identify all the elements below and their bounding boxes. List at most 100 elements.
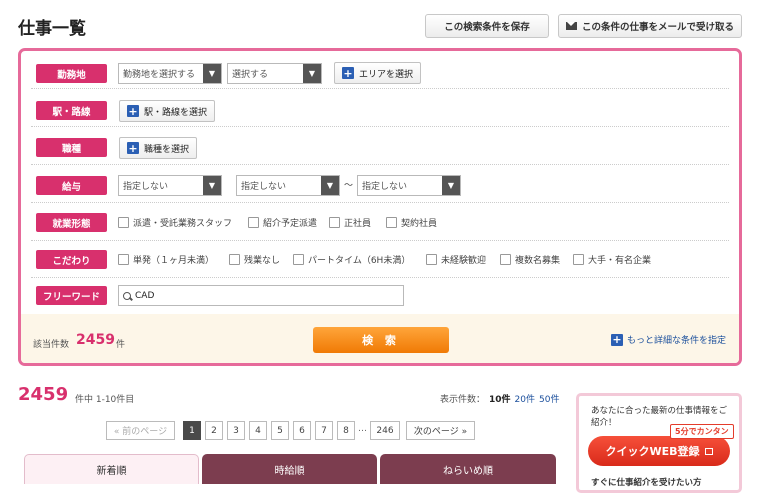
page-button[interactable]: 6 — [293, 421, 311, 440]
search-icon — [123, 291, 133, 301]
preference-option-label: 大手・有名企業 — [588, 256, 652, 266]
employment-option[interactable]: 正社員 — [329, 216, 371, 229]
chevron-down-icon: ▼ — [321, 176, 339, 195]
results-range: 件中 1-10件目 — [75, 395, 135, 405]
quick-register-label: クイックWEB登録 — [605, 445, 700, 458]
select-station-button[interactable]: + 駅・路線を選択 — [119, 100, 216, 122]
station-row: 駅・路線 + 駅・路線を選択 — [31, 95, 729, 127]
tab-hourly-wage[interactable]: 時給順 — [202, 454, 377, 484]
page-button[interactable]: 2 — [205, 421, 223, 440]
page-button[interactable]: 5 — [271, 421, 289, 440]
chevron-down-icon: ▼ — [203, 64, 221, 83]
last-page-button[interactable]: 246 — [370, 421, 400, 440]
plus-icon: + — [342, 66, 354, 80]
checkbox[interactable] — [229, 254, 240, 265]
preference-option[interactable]: パートタイム（6H未満） — [293, 253, 410, 266]
result-count-label: 該当件数 — [33, 340, 70, 350]
mail-icon — [565, 22, 577, 30]
checkbox[interactable] — [118, 254, 129, 265]
register-footer-text: すぐに仕事紹介を受けたい方 — [591, 478, 702, 488]
job-row: 職種 + 職種を選択 — [31, 131, 729, 165]
select-job-button[interactable]: + 職種を選択 — [119, 137, 198, 159]
employment-option[interactable]: 派遣・受託業務スタッフ — [118, 216, 232, 229]
freeword-input[interactable]: CAD — [118, 285, 404, 306]
page-button[interactable]: 4 — [249, 421, 267, 440]
preference-option[interactable]: 複数名募集 — [500, 253, 560, 266]
prev-page-button[interactable]: « 前のページ — [106, 421, 175, 440]
per-page-20-link[interactable]: 20件 — [515, 392, 535, 405]
checkbox[interactable] — [293, 254, 304, 265]
save-search-button[interactable]: この検索条件を保存 — [425, 14, 549, 38]
page-button[interactable]: 3 — [227, 421, 245, 440]
page-button-current[interactable]: 1 — [183, 421, 201, 440]
salary-label: 給与 — [36, 176, 107, 195]
preferences-row: こだわり 単発（１ヶ月未満） 残業なし パートタイム（6H未満） 未経験歓迎 複… — [31, 242, 729, 278]
preference-option[interactable]: 残業なし — [229, 253, 280, 266]
page-button[interactable]: 8 — [337, 421, 355, 440]
checkbox[interactable] — [118, 217, 129, 228]
preference-option[interactable]: 単発（１ヶ月未満） — [118, 253, 214, 266]
search-button[interactable]: 検 索 — [313, 327, 449, 353]
location-label: 勤務地 — [36, 64, 107, 83]
select-area-label: エリアを選択 — [359, 69, 414, 80]
employment-option-label: 紹介予定派遣 — [263, 219, 318, 229]
checkbox[interactable] — [426, 254, 437, 265]
job-label: 職種 — [36, 138, 107, 157]
checkbox[interactable] — [386, 217, 397, 228]
salary-min-select[interactable]: 指定しない ▼ — [236, 175, 340, 196]
mail-subscribe-label: この条件の仕事をメールで受け取る — [581, 22, 734, 33]
tab-newest[interactable]: 新着順 — [24, 454, 199, 484]
checkbox[interactable] — [248, 217, 259, 228]
salary-max-select[interactable]: 指定しない ▼ — [357, 175, 461, 196]
tab-recommended[interactable]: ねらいめ順 — [380, 454, 556, 484]
salary-tilde: ～ — [344, 181, 354, 191]
chevron-down-icon: ▼ — [442, 176, 460, 195]
external-window-icon — [704, 447, 713, 455]
salary-type-value: 指定しない — [123, 182, 169, 192]
quick-register-box: あなたに合った最新の仕事情報をご紹介！ クイックWEB登録 5分でカンタン すぐ… — [576, 393, 742, 493]
more-conditions-label: もっと詳細な条件を指定 — [627, 336, 727, 346]
salary-min-value: 指定しない — [241, 182, 287, 192]
sublocation-select[interactable]: 選択する ▼ — [227, 63, 322, 84]
employment-option-label: 派遣・受託業務スタッフ — [133, 219, 233, 229]
employment-option[interactable]: 紹介予定派遣 — [248, 216, 317, 229]
result-count: 2459 — [76, 332, 115, 348]
salary-max-value: 指定しない — [362, 182, 408, 192]
location-select-value: 勤務地を選択する — [123, 70, 196, 80]
page-title: 仕事一覧 — [18, 19, 86, 39]
checkbox[interactable] — [573, 254, 584, 265]
preference-option-label: 残業なし — [244, 256, 281, 266]
chevron-down-icon: ▼ — [303, 64, 321, 83]
select-area-button[interactable]: + エリアを選択 — [334, 62, 422, 84]
plus-icon: + — [127, 104, 139, 118]
select-station-label: 駅・路線を選択 — [144, 107, 208, 118]
preference-option[interactable]: 大手・有名企業 — [573, 253, 651, 266]
salary-type-select[interactable]: 指定しない ▼ — [118, 175, 222, 196]
result-count-unit: 件 — [116, 340, 126, 350]
employment-option[interactable]: 契約社員 — [386, 216, 437, 229]
search-panel: 勤務地 勤務地を選択する ▼ 選択する ▼ + エリアを選択 駅・路線 + 駅・路線を選… — [18, 48, 742, 366]
location-select[interactable]: 勤務地を選択する ▼ — [118, 63, 222, 84]
quick-register-button[interactable]: クイックWEB登録 — [588, 436, 730, 466]
pagination-ellipsis: … — [358, 424, 367, 434]
per-page-50-link[interactable]: 50件 — [539, 392, 559, 405]
per-page-label: 表示件数： — [440, 395, 486, 405]
preference-option[interactable]: 未経験歓迎 — [426, 253, 486, 266]
station-label: 駅・路線 — [36, 101, 107, 120]
employment-label: 就業形態 — [36, 213, 107, 232]
preferences-label: こだわり — [36, 250, 107, 269]
page-button[interactable]: 7 — [315, 421, 333, 440]
sublocation-select-value: 選択する — [232, 70, 269, 80]
checkbox[interactable] — [329, 217, 340, 228]
checkbox[interactable] — [500, 254, 511, 265]
employment-row: 就業形態 派遣・受託業務スタッフ 紹介予定派遣 正社員 契約社員 — [31, 205, 729, 241]
preference-option-label: 単発（１ヶ月未満） — [133, 256, 215, 266]
employment-option-label: 契約社員 — [401, 219, 438, 229]
more-conditions-link[interactable]: + もっと詳細な条件を指定 — [611, 333, 726, 346]
next-page-button[interactable]: 次のページ » — [406, 421, 475, 440]
preference-option-label: 複数名募集 — [515, 256, 561, 266]
mail-subscribe-button[interactable]: この条件の仕事をメールで受け取る — [558, 14, 742, 38]
per-page-selector: 表示件数： 10件 20件 50件 — [440, 392, 559, 405]
plus-icon: + — [127, 141, 139, 155]
per-page-current: 10件 — [489, 395, 511, 405]
